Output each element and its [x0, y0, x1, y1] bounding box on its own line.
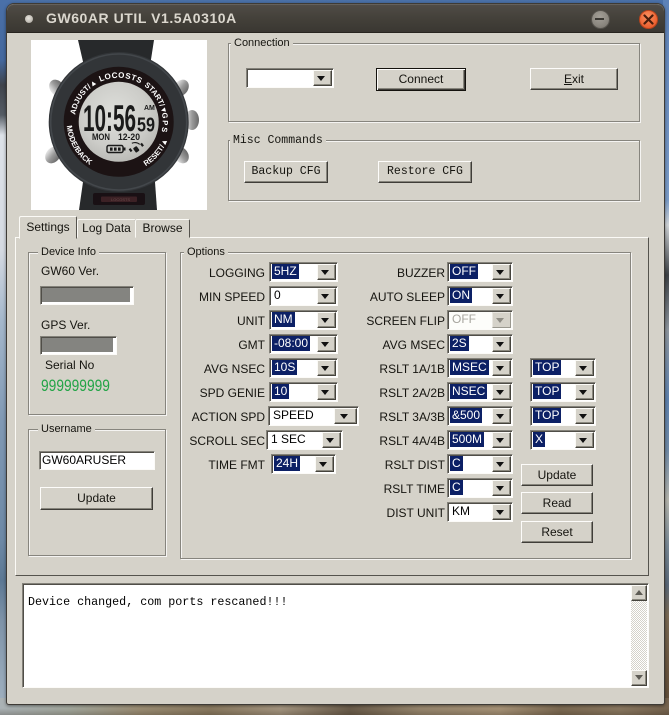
- svg-text:GPS: GPS: [159, 112, 169, 135]
- svg-text:LOCOSTS: LOCOSTS: [111, 197, 130, 202]
- svg-text:12-20: 12-20: [118, 132, 140, 143]
- svg-text:AM: AM: [144, 105, 155, 112]
- svg-text:MON: MON: [92, 132, 110, 143]
